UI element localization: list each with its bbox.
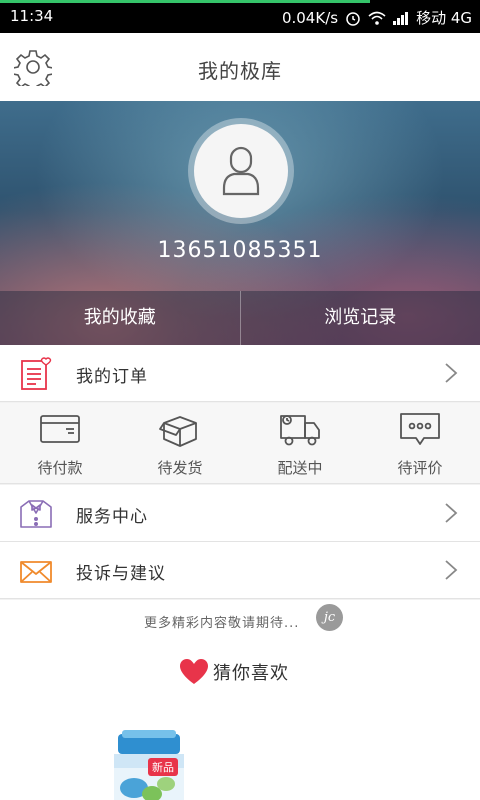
status-pending-payment[interactable]: 待付款 [0,403,120,483]
profile-banner: 13651085351 我的收藏 浏览记录 [0,101,480,345]
order-status-bar: 待付款 待发货 配送中 待评价 [0,403,480,484]
complaints-label: 投诉与建议 [76,564,166,584]
user-phone: 13651085351 [157,238,323,263]
status-in-delivery[interactable]: 配送中 [240,403,360,483]
tab-favorites[interactable]: 我的收藏 [0,291,240,345]
status-in-delivery-label: 配送中 [277,459,323,477]
my-orders-label: 我的订单 [76,367,148,387]
status-pending-payment-label: 待付款 [37,459,83,477]
guess-you-like-section: 猜你喜欢 新品 [0,640,480,800]
signal-icon [393,11,409,25]
service-icon [20,500,52,528]
profile-tabbar: 我的收藏 浏览记录 [0,291,480,345]
guess-title: 猜你喜欢 [213,663,289,684]
status-bar: 11:34 0.04K/s 移动 4G [0,0,480,33]
status-progress-line [0,0,370,3]
wifi-icon [368,11,386,25]
avatar[interactable] [188,118,294,224]
brand-logo: jc [316,604,343,631]
status-time: 11:34 [10,7,54,25]
chevron-right-icon [445,560,458,580]
alarm-icon [346,11,360,26]
network-speed: 0.04K/s [281,8,339,27]
app-header: 我的极库 [0,33,480,102]
service-center-row[interactable]: 服务中心 [0,485,480,542]
user-icon [222,146,260,196]
chevron-right-icon [445,363,458,383]
avatar-circle [194,124,288,218]
comment-icon [400,413,440,445]
status-right-group: 0.04K/s 移动 4G [282,7,472,28]
complaints-row[interactable]: 投诉与建议 [0,542,480,599]
status-pending-review-label: 待评价 [397,459,443,477]
carrier-label: 移动 4G [416,9,472,27]
box-icon [159,416,197,447]
mail-icon [20,561,52,583]
heart-icon [180,659,208,684]
more-content-notice: 更多精彩内容敬请期待... [0,600,480,640]
tab-history[interactable]: 浏览记录 [241,291,480,345]
status-pending-shipment-label: 待发货 [157,459,203,477]
my-orders-row[interactable]: 我的订单 [0,345,480,402]
order-list-icon [21,357,52,390]
chevron-right-icon [445,503,458,523]
service-center-label: 服务中心 [76,507,148,527]
guess-heading: 猜你喜欢 [179,658,289,686]
page-title: 我的极库 [198,59,282,83]
product-tag: 新品 [152,760,174,774]
status-pending-review[interactable]: 待评价 [360,403,480,483]
card-icon [40,415,80,443]
product-image[interactable]: 新品 [104,728,190,800]
status-pending-shipment[interactable]: 待发货 [120,403,240,483]
truck-icon [280,415,320,446]
more-content-text: 更多精彩内容敬请期待... [144,616,300,631]
